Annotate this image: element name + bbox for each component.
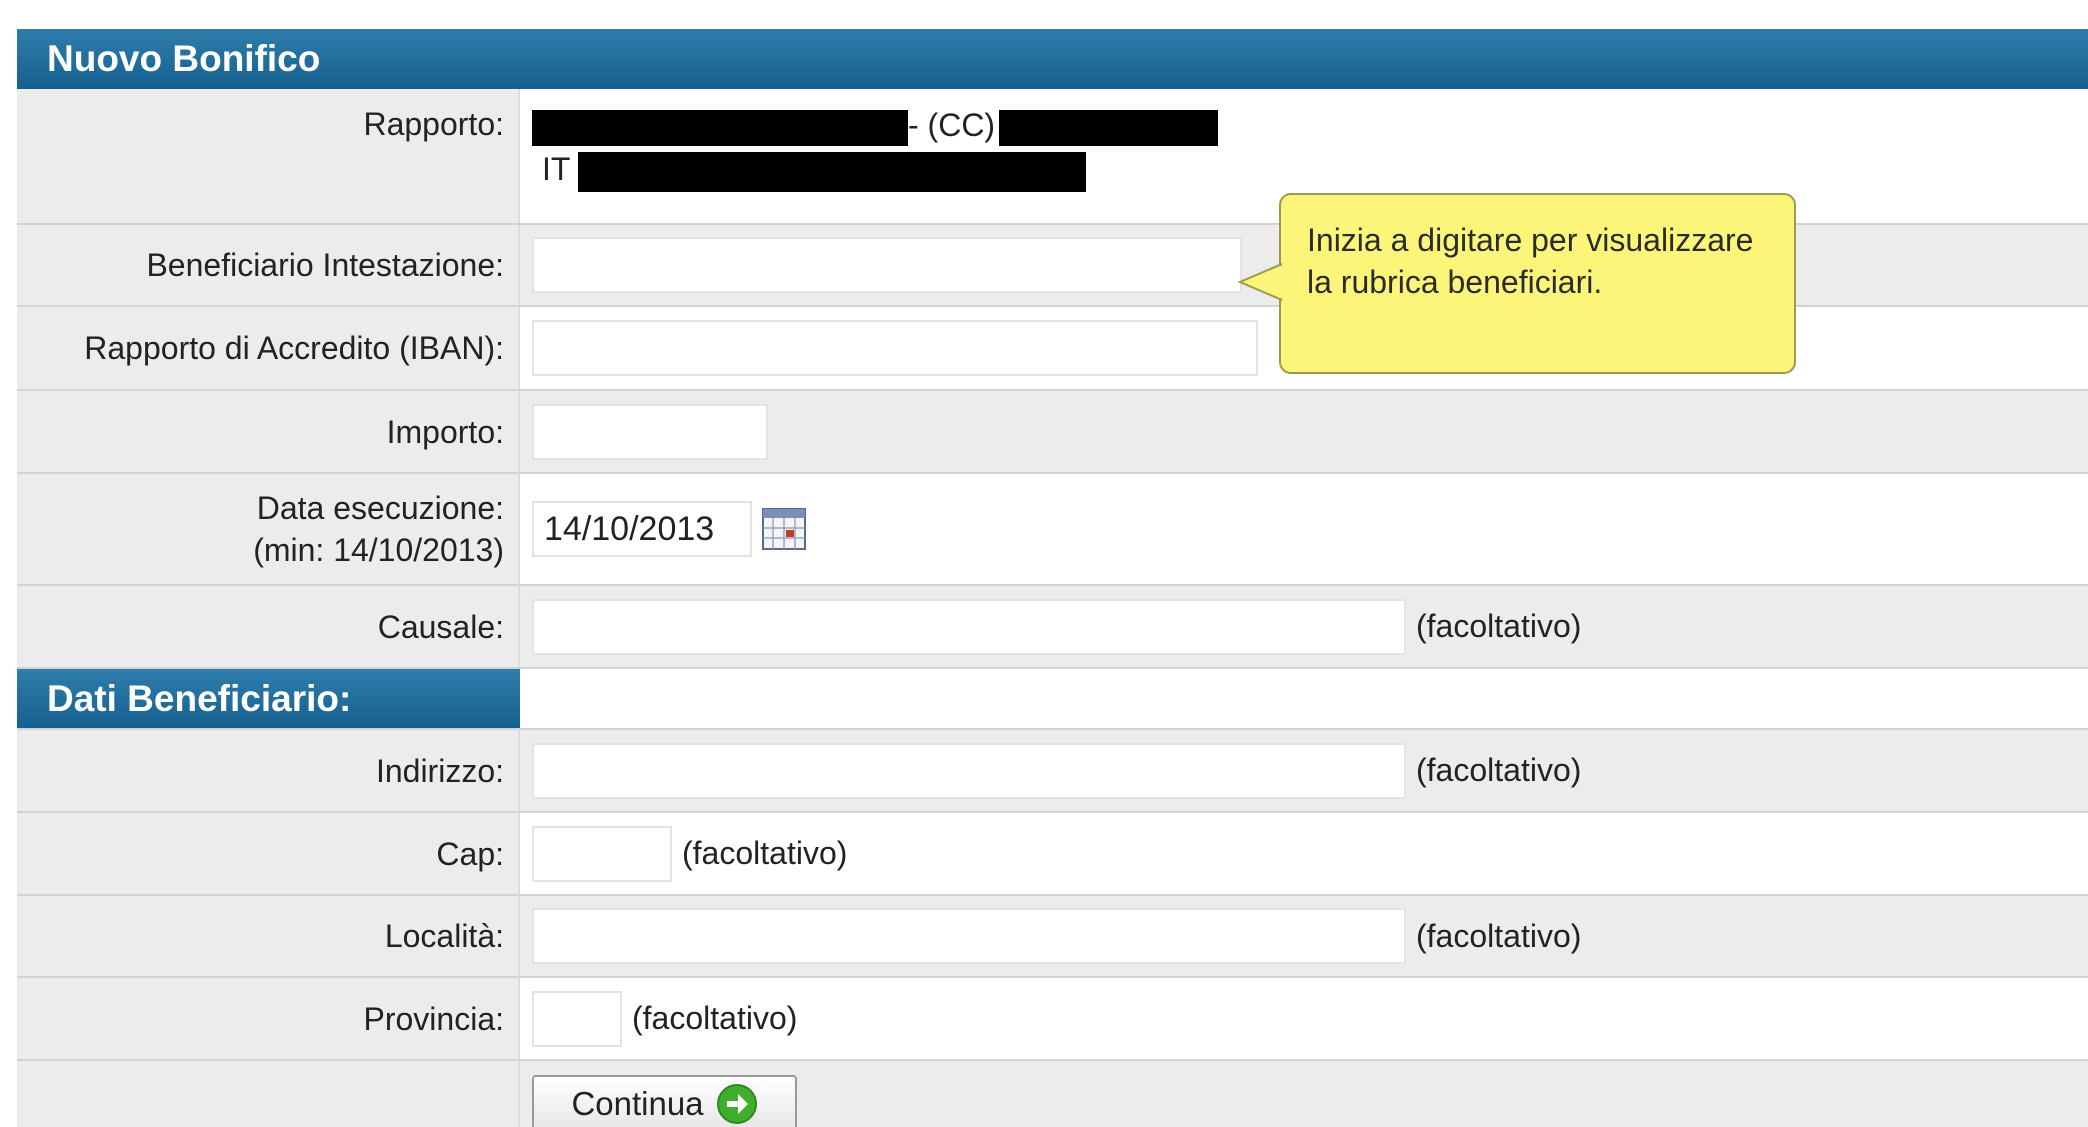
rapporto-line-1: - (CC): [532, 103, 1219, 147]
row-localita: Località: (facoltativo): [17, 896, 2088, 978]
importo-input[interactable]: [532, 403, 768, 460]
rapporto-label: Rapporto:: [17, 89, 520, 223]
importo-label: Importo:: [17, 391, 520, 472]
rapporto-lines: - (CC) IT: [532, 89, 1219, 192]
indirizzo-optional: (facoltativo): [1416, 752, 1582, 788]
redacted-block: [532, 109, 908, 146]
data-esecuzione-label-text: Data esecuzione: (min: 14/10/2013): [253, 487, 504, 571]
importo-value: [520, 391, 2088, 472]
provincia-label: Provincia:: [17, 978, 520, 1059]
rapporto-cc: - (CC): [908, 107, 996, 143]
cap-optional: (facoltativo): [682, 835, 848, 871]
tooltip-tail: [1238, 262, 1282, 302]
provincia-input[interactable]: [532, 990, 622, 1047]
row-importo: Importo:: [17, 391, 2088, 474]
localita-optional: (facoltativo): [1416, 917, 1582, 954]
page-title: Nuovo Bonifico: [17, 29, 2088, 89]
data-esecuzione-min: (min: 14/10/2013): [253, 532, 504, 568]
row-actions: Continua: [17, 1061, 2088, 1127]
provincia-optional: (facoltativo): [632, 1000, 798, 1036]
cap-label: Cap:: [17, 813, 520, 894]
row-cap: Cap: (facoltativo): [17, 813, 2088, 896]
iban-input[interactable]: [532, 320, 1258, 376]
actions-label-spacer: [17, 1061, 520, 1127]
dati-beneficiario-row: Dati Beneficiario:: [17, 669, 2088, 730]
row-indirizzo: Indirizzo: (facoltativo): [17, 730, 2088, 813]
indirizzo-value: (facoltativo): [520, 730, 2088, 811]
beneficiario-input[interactable]: [532, 237, 1242, 293]
provincia-value: (facoltativo): [520, 978, 2088, 1059]
redacted-block: [578, 151, 1087, 192]
data-esecuzione-value: [520, 474, 2088, 584]
causale-input[interactable]: [532, 598, 1406, 655]
causale-label: Causale:: [17, 586, 520, 667]
calendar-icon[interactable]: [762, 508, 806, 550]
row-data-esecuzione: Data esecuzione: (min: 14/10/2013): [17, 474, 2088, 586]
cap-value: (facoltativo): [520, 813, 2088, 894]
indirizzo-input[interactable]: [532, 742, 1406, 799]
redacted-block: [999, 109, 1219, 146]
rapporto-line-2: IT: [532, 147, 1218, 192]
causale-value: (facoltativo): [520, 586, 2088, 667]
beneficiario-tooltip: Inizia a digitare per visualizzare la ru…: [1279, 193, 1796, 374]
cap-input[interactable]: [532, 825, 672, 882]
dati-beneficiario-title: Dati Beneficiario:: [17, 669, 520, 728]
continua-button-label: Continua: [571, 1085, 704, 1122]
row-causale: Causale: (facoltativo): [17, 586, 2088, 669]
localita-label: Località:: [17, 896, 520, 976]
rapporto-it: IT: [542, 151, 571, 187]
tooltip-text: Inizia a digitare per visualizzare la ru…: [1307, 222, 1754, 300]
localita-value: (facoltativo): [520, 896, 2088, 976]
beneficiario-label: Beneficiario Intestazione:: [17, 225, 520, 305]
dati-beneficiario-spacer: [520, 669, 2088, 728]
localita-input[interactable]: [532, 908, 1406, 964]
continua-button[interactable]: Continua: [532, 1075, 797, 1127]
iban-label: Rapporto di Accredito (IBAN):: [17, 307, 520, 389]
arrow-right-circle-icon: [716, 1083, 758, 1125]
actions-value: Continua: [520, 1061, 2088, 1127]
row-provincia: Provincia: (facoltativo): [17, 978, 2088, 1061]
data-esecuzione-title: Data esecuzione:: [256, 490, 504, 526]
indirizzo-label: Indirizzo:: [17, 730, 520, 811]
data-esecuzione-label: Data esecuzione: (min: 14/10/2013): [17, 474, 520, 584]
data-esecuzione-input[interactable]: [532, 501, 752, 557]
causale-optional: (facoltativo): [1416, 608, 1582, 644]
